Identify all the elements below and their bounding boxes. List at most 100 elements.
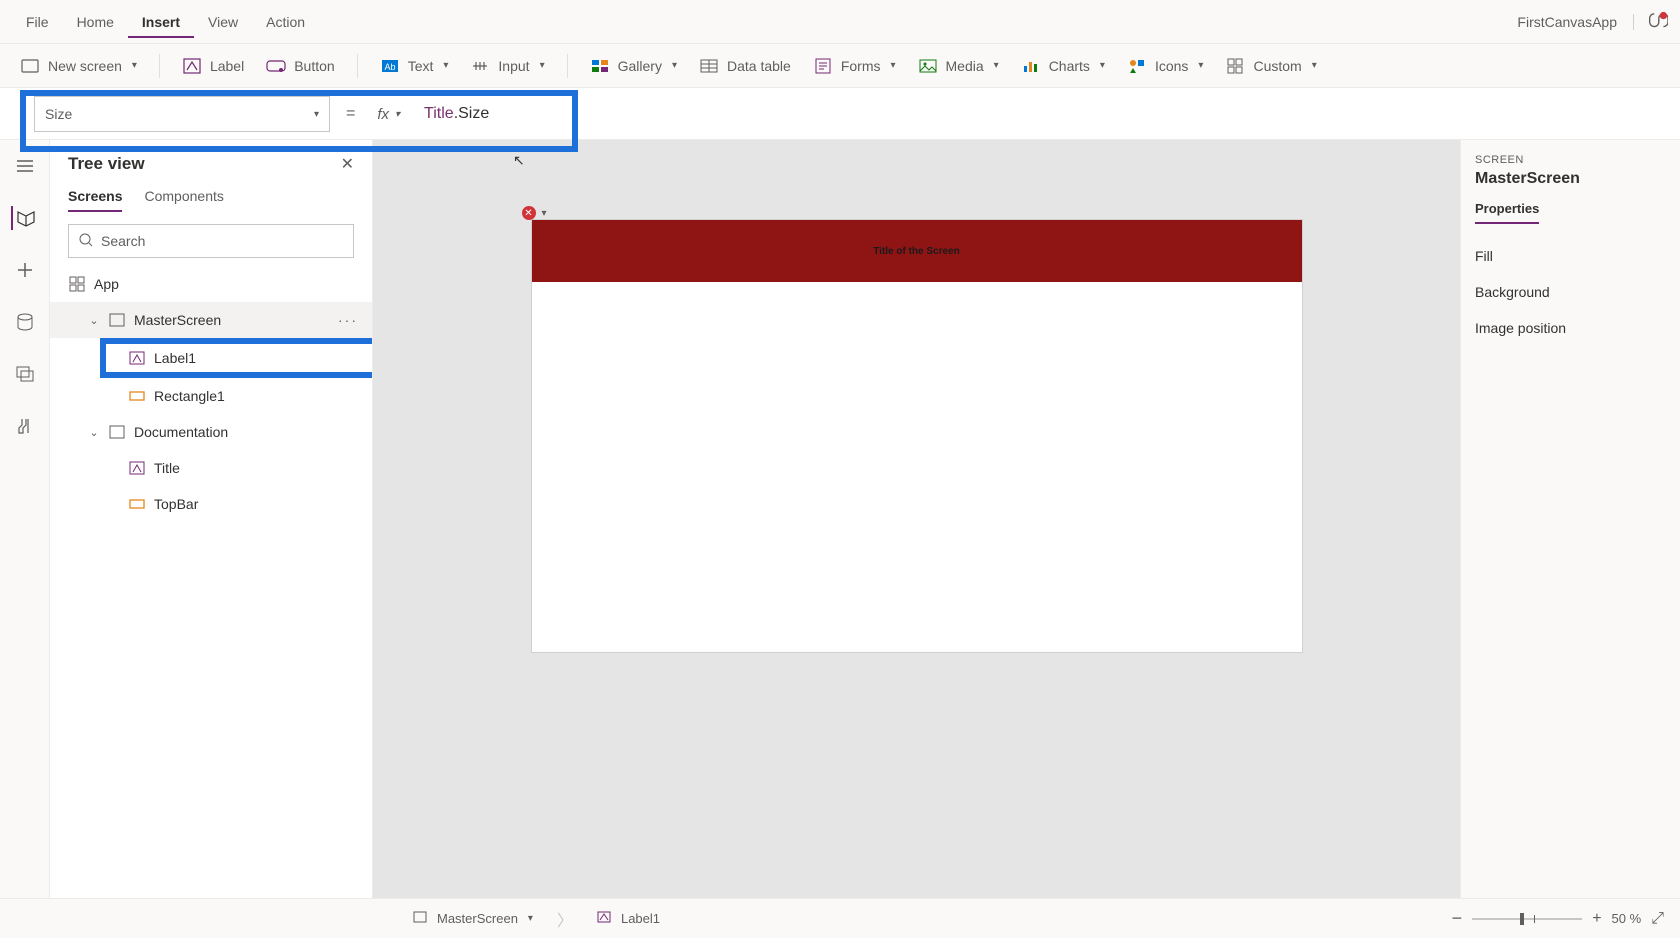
gallery-icon — [590, 58, 610, 74]
label-icon — [182, 58, 202, 74]
rail-tools[interactable] — [11, 414, 39, 438]
tree-node-topbar[interactable]: TopBar — [50, 486, 372, 522]
rectangle-icon — [128, 495, 146, 513]
input-button[interactable]: Input ▾ — [470, 58, 544, 74]
zoom-slider-thumb[interactable] — [1520, 913, 1524, 925]
tree-node-title[interactable]: Title — [50, 450, 372, 486]
rail-hamburger[interactable] — [11, 154, 39, 178]
tree-node-label1[interactable]: Label1 — [50, 338, 372, 378]
main-area: Tree view ✕ Screens Components Search Ap… — [0, 140, 1680, 898]
forms-button[interactable]: Forms ▾ — [813, 58, 896, 74]
app-name-label: FirstCanvasApp — [1517, 14, 1634, 30]
canvas-area[interactable]: ↖ ✕ ▾ Title of the Screen — [373, 140, 1460, 898]
breadcrumb-screen[interactable]: MasterScreen ▾ — [403, 907, 543, 931]
zoom-slider[interactable] — [1472, 918, 1582, 920]
prop-row-fill[interactable]: Fill — [1475, 238, 1666, 274]
fx-button[interactable]: fx ▾ — [371, 106, 406, 123]
breadcrumb-control[interactable]: Label1 — [587, 907, 670, 931]
data-table-button[interactable]: Data table — [699, 58, 791, 74]
tree-node-app[interactable]: App — [50, 266, 372, 302]
gallery-label: Gallery — [618, 58, 662, 74]
props-screen-name: MasterScreen — [1475, 170, 1666, 188]
label-label: Label — [210, 58, 244, 74]
chevron-down-icon: ▾ — [132, 60, 137, 71]
tree-node-documentation[interactable]: ⌄ Documentation — [50, 414, 372, 450]
rail-insert[interactable] — [11, 258, 39, 282]
media-button[interactable]: Media ▾ — [918, 58, 999, 74]
menu-file[interactable]: File — [12, 6, 63, 38]
caret-down-icon[interactable]: ⌄ — [88, 314, 100, 327]
button-button[interactable]: Button — [266, 58, 334, 74]
search-icon — [79, 233, 93, 250]
equals-label: = — [340, 105, 361, 123]
zoom-value: 50 — [1612, 911, 1626, 926]
chevron-down-icon: ▾ — [528, 913, 533, 924]
tree-view-title: Tree view — [68, 154, 145, 174]
tree-node-masterscreen[interactable]: ⌄ MasterScreen ··· — [50, 302, 372, 338]
screen-icon — [20, 58, 40, 74]
tree-node-label: App — [94, 276, 119, 292]
tab-components[interactable]: Components — [144, 188, 223, 212]
breadcrumb-separator: 〉 — [557, 907, 573, 931]
fit-to-window-icon[interactable]: ⤢ — [1651, 910, 1664, 928]
zoom-unit: % — [1630, 911, 1642, 926]
menu-insert[interactable]: Insert — [128, 6, 194, 38]
rail-tree-view[interactable] — [11, 206, 39, 230]
tree-node-label: Label1 — [154, 350, 196, 366]
formula-input[interactable]: Title.Size — [416, 105, 489, 123]
formula-bar-area: Size ▾ = fx ▾ Title.Size — [0, 88, 1680, 140]
caret-down-icon[interactable]: ⌄ — [88, 426, 100, 439]
tree-node-label: Rectangle1 — [154, 388, 225, 404]
button-label: Button — [294, 58, 334, 74]
label-button[interactable]: Label — [182, 58, 244, 74]
input-label: Input — [498, 58, 529, 74]
close-icon[interactable]: ✕ — [341, 154, 354, 174]
media-label: Media — [946, 58, 984, 74]
input-icon — [470, 58, 490, 74]
tab-screens[interactable]: Screens — [68, 188, 122, 212]
properties-panel: SCREEN MasterScreen Properties Fill Back… — [1460, 140, 1680, 898]
zoom-slider-tick — [1534, 915, 1535, 923]
property-selector[interactable]: Size ▾ — [34, 96, 330, 132]
tree-node-rectangle1[interactable]: Rectangle1 — [50, 378, 372, 414]
props-tab-properties[interactable]: Properties — [1475, 201, 1539, 224]
label-icon — [128, 349, 146, 367]
screen-icon — [108, 311, 126, 329]
menu-bar: File Home Insert View Action FirstCanvas… — [0, 0, 1680, 44]
error-badge[interactable]: ✕ ▾ — [522, 206, 547, 220]
gallery-button[interactable]: Gallery ▾ — [590, 58, 677, 74]
icons-button[interactable]: Icons ▾ — [1127, 58, 1204, 74]
button-icon — [266, 58, 286, 74]
zoom-in-button[interactable]: + — [1592, 910, 1601, 928]
svg-text:Ab: Ab — [384, 62, 395, 72]
ribbon-separator — [567, 54, 568, 78]
rail-media[interactable] — [11, 362, 39, 386]
custom-button[interactable]: Custom ▾ — [1225, 58, 1316, 74]
canvas-title-bar[interactable]: Title of the Screen — [532, 220, 1302, 282]
breadcrumb-control-label: Label1 — [621, 911, 660, 926]
screen-icon — [108, 423, 126, 441]
chevron-down-icon: ▾ — [994, 60, 999, 71]
tree-view-panel: Tree view ✕ Screens Components Search Ap… — [50, 140, 373, 898]
tree-node-label: TopBar — [154, 496, 198, 512]
app-checker-icon[interactable] — [1646, 11, 1668, 33]
new-screen-button[interactable]: New screen ▾ — [20, 58, 137, 74]
error-icon: ✕ — [522, 206, 536, 220]
custom-icon — [1225, 58, 1245, 74]
search-input[interactable]: Search — [68, 224, 354, 258]
tree-tabs: Screens Components — [50, 180, 372, 212]
prop-row-background[interactable]: Background — [1475, 274, 1666, 310]
menu-view[interactable]: View — [194, 6, 252, 38]
prop-row-image-position[interactable]: Image position — [1475, 310, 1666, 346]
text-label: Text — [408, 58, 434, 74]
menu-home[interactable]: Home — [63, 6, 128, 38]
canvas-screen[interactable]: ✕ ▾ Title of the Screen — [532, 220, 1302, 652]
rail-data[interactable] — [11, 310, 39, 334]
charts-button[interactable]: Charts ▾ — [1021, 58, 1105, 74]
zoom-out-button[interactable]: − — [1452, 908, 1463, 929]
menu-action[interactable]: Action — [252, 6, 319, 38]
forms-label: Forms — [841, 58, 881, 74]
chevron-down-icon: ▾ — [1198, 60, 1203, 71]
more-icon[interactable]: ··· — [338, 312, 358, 328]
text-button[interactable]: Ab Text ▾ — [380, 58, 449, 74]
